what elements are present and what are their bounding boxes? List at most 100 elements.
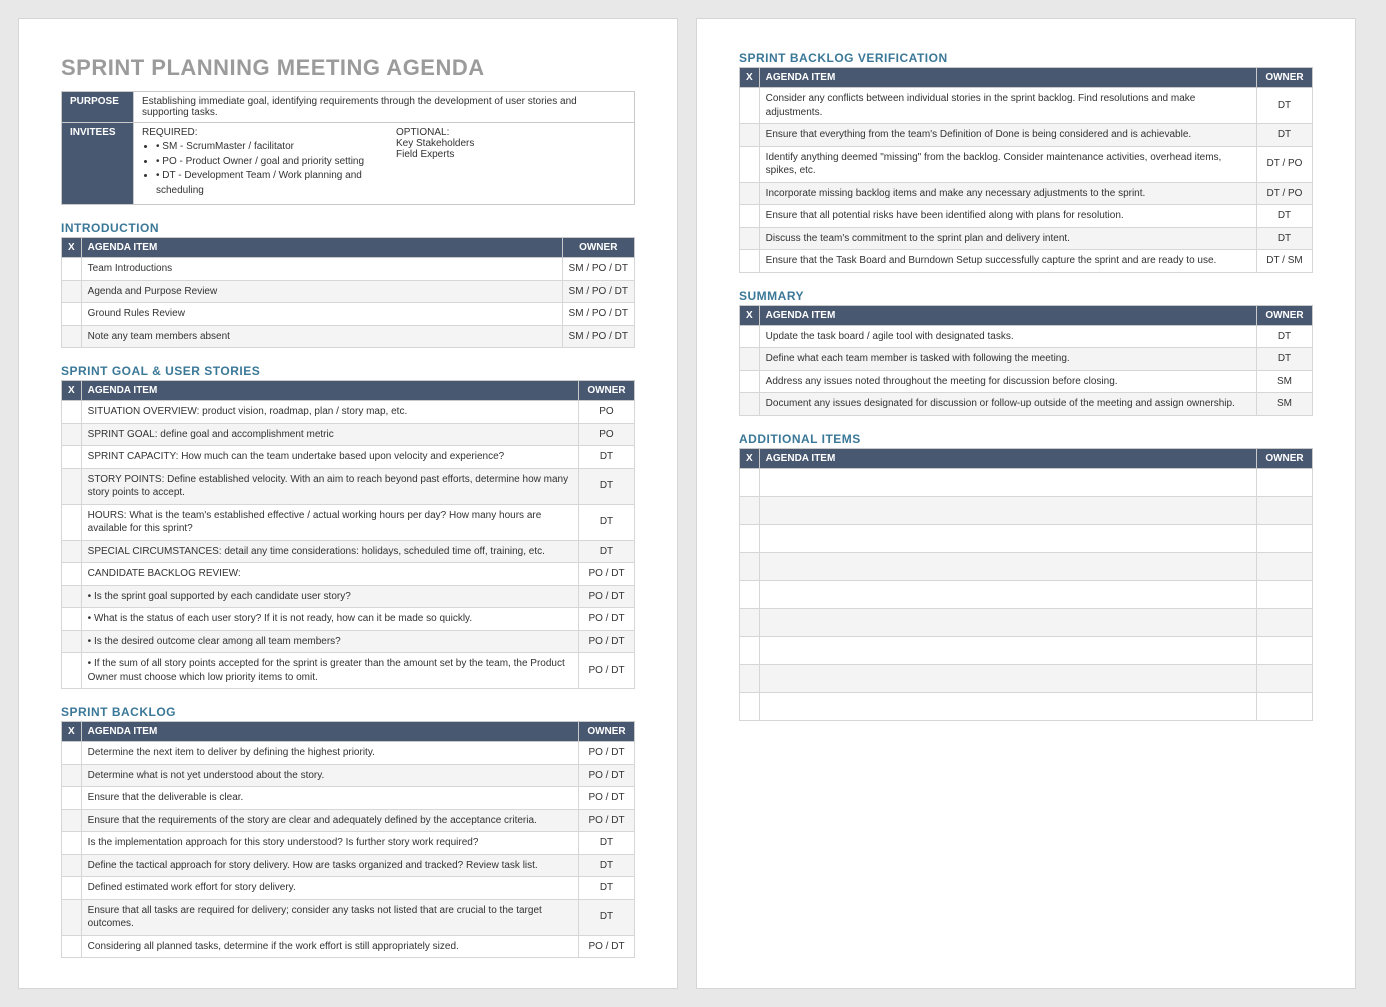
x-cell[interactable] (62, 563, 82, 586)
x-cell[interactable] (740, 88, 760, 124)
table-row (740, 636, 1313, 664)
x-cell[interactable] (62, 787, 82, 810)
agenda-item-cell: Discuss the team's commitment to the spr… (759, 227, 1256, 250)
x-cell[interactable] (740, 250, 760, 273)
x-cell[interactable] (740, 636, 760, 664)
x-cell[interactable] (740, 664, 760, 692)
table-row: SITUATION OVERVIEW: product vision, road… (62, 401, 635, 424)
agenda-item-cell (759, 496, 1256, 524)
x-cell[interactable] (62, 764, 82, 787)
owner-cell: DT (579, 504, 635, 540)
x-cell[interactable] (740, 205, 760, 228)
x-cell[interactable] (62, 899, 82, 935)
optional-item: Key Stakeholders (396, 138, 474, 149)
x-cell[interactable] (740, 580, 760, 608)
x-cell[interactable] (62, 832, 82, 855)
x-cell[interactable] (62, 877, 82, 900)
table-row: Determine what is not yet understood abo… (62, 764, 635, 787)
x-cell[interactable] (62, 585, 82, 608)
owner-cell: DT (1257, 205, 1313, 228)
col-item: AGENDA ITEM (759, 448, 1256, 468)
x-cell[interactable] (740, 325, 760, 348)
table-row: Incorporate missing backlog items and ma… (740, 182, 1313, 205)
x-cell[interactable] (62, 303, 82, 326)
owner-cell: DT (579, 540, 635, 563)
x-cell[interactable] (740, 227, 760, 250)
col-x: X (740, 448, 760, 468)
x-cell[interactable] (740, 124, 760, 147)
table-row: SPECIAL CIRCUMSTANCES: detail any time c… (62, 540, 635, 563)
page-2: SPRINT BACKLOG VERIFICATION X AGENDA ITE… (696, 18, 1356, 989)
table-row (740, 692, 1313, 720)
x-cell[interactable] (740, 524, 760, 552)
owner-cell (1257, 524, 1313, 552)
x-cell[interactable] (62, 809, 82, 832)
x-cell[interactable] (62, 423, 82, 446)
owner-cell: DT (579, 468, 635, 504)
agenda-item-cell: Ensure that the requirements of the stor… (81, 809, 578, 832)
backlog-table: X AGENDA ITEM OWNER Determine the next i… (61, 721, 635, 958)
x-cell[interactable] (62, 446, 82, 469)
x-cell[interactable] (62, 401, 82, 424)
introduction-table: X AGENDA ITEM OWNER Team IntroductionsSM… (61, 237, 635, 348)
x-cell[interactable] (62, 325, 82, 348)
owner-cell: DT / SM (1257, 250, 1313, 273)
agenda-item-cell: Incorporate missing backlog items and ma… (759, 182, 1256, 205)
document-title: SPRINT PLANNING MEETING AGENDA (61, 55, 635, 81)
table-row: Ensure that everything from the team's D… (740, 124, 1313, 147)
agenda-item-cell: Ensure that the deliverable is clear. (81, 787, 578, 810)
page-1: SPRINT PLANNING MEETING AGENDA PURPOSE E… (18, 18, 678, 989)
table-row: Consider any conflicts between individua… (740, 88, 1313, 124)
x-cell[interactable] (62, 280, 82, 303)
introduction-body: Team IntroductionsSM / PO / DTAgenda and… (62, 258, 635, 348)
owner-cell: PO (579, 423, 635, 446)
x-cell[interactable] (62, 608, 82, 631)
owner-cell: DT (1257, 88, 1313, 124)
x-cell[interactable] (62, 935, 82, 958)
x-cell[interactable] (62, 540, 82, 563)
owner-cell: PO / DT (579, 809, 635, 832)
x-cell[interactable] (62, 742, 82, 765)
x-cell[interactable] (740, 182, 760, 205)
agenda-item-cell: • If the sum of all story points accepte… (81, 653, 578, 689)
x-cell[interactable] (740, 692, 760, 720)
table-row (740, 552, 1313, 580)
goal-body: SITUATION OVERVIEW: product vision, road… (62, 401, 635, 689)
x-cell[interactable] (62, 468, 82, 504)
table-row: STORY POINTS: Define established velocit… (62, 468, 635, 504)
x-cell[interactable] (740, 370, 760, 393)
invitees-label: INVITEES (62, 123, 134, 205)
x-cell[interactable] (62, 854, 82, 877)
x-cell[interactable] (62, 258, 82, 281)
table-row (740, 580, 1313, 608)
table-row: Team IntroductionsSM / PO / DT (62, 258, 635, 281)
section-title-verification: SPRINT BACKLOG VERIFICATION (739, 51, 1313, 65)
col-owner: OWNER (1257, 68, 1313, 88)
col-item: AGENDA ITEM (81, 722, 578, 742)
agenda-item-cell: Define what each team member is tasked w… (759, 348, 1256, 371)
summary-body: Update the task board / agile tool with … (740, 325, 1313, 415)
x-cell[interactable] (62, 653, 82, 689)
agenda-item-cell: CANDIDATE BACKLOG REVIEW: (81, 563, 578, 586)
col-item: AGENDA ITEM (81, 381, 578, 401)
owner-cell (1257, 580, 1313, 608)
x-cell[interactable] (740, 146, 760, 182)
x-cell[interactable] (62, 630, 82, 653)
agenda-item-cell (759, 608, 1256, 636)
x-cell[interactable] (740, 496, 760, 524)
agenda-item-cell: Ensure that all tasks are required for d… (81, 899, 578, 935)
x-cell[interactable] (740, 348, 760, 371)
owner-cell: DT / PO (1257, 182, 1313, 205)
x-cell[interactable] (62, 504, 82, 540)
x-cell[interactable] (740, 468, 760, 496)
agenda-item-cell: Identify anything deemed "missing" from … (759, 146, 1256, 182)
x-cell[interactable] (740, 393, 760, 416)
table-row: HOURS: What is the team's established ef… (62, 504, 635, 540)
table-row: Update the task board / agile tool with … (740, 325, 1313, 348)
x-cell[interactable] (740, 552, 760, 580)
owner-cell: SM / PO / DT (562, 280, 634, 303)
additional-body (740, 468, 1313, 720)
x-cell[interactable] (740, 608, 760, 636)
agenda-item-cell: Ensure that everything from the team's D… (759, 124, 1256, 147)
owner-cell: DT (1257, 325, 1313, 348)
